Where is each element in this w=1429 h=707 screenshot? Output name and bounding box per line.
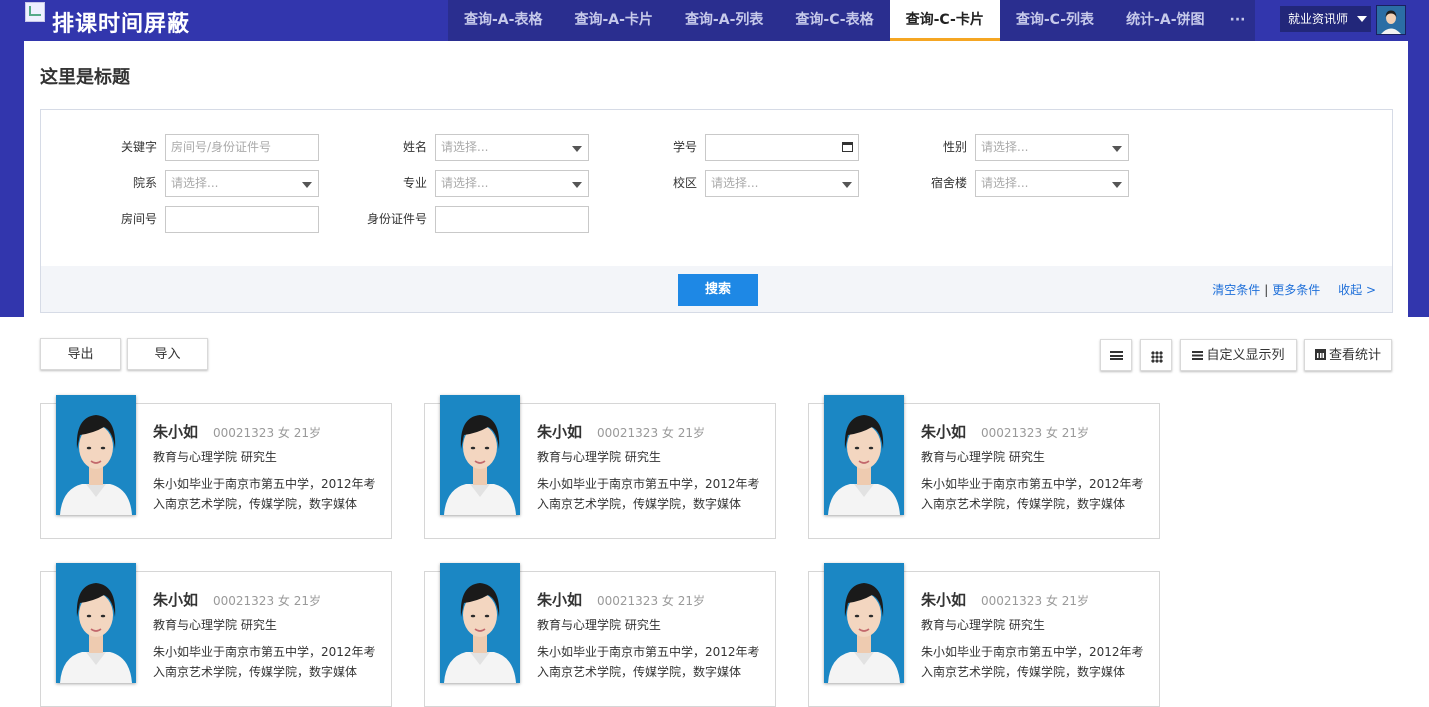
tab-query-c-table[interactable]: 查询-C-表格 (779, 0, 889, 41)
view-stats-label: 查看统计 (1328, 348, 1381, 363)
student-photo (56, 395, 136, 515)
export-button[interactable]: 导出 (40, 338, 121, 370)
tab-query-c-card[interactable]: 查询-C-卡片 (889, 0, 1000, 41)
student-photo (440, 395, 520, 515)
student-name: 朱小如 (921, 591, 967, 609)
student-desc: 朱小如毕业于南京市第五中学，2012年考入南京艺术学院，传媒学院，数字媒体 (537, 645, 760, 679)
app-logo-icon (25, 2, 45, 22)
student-dept: 教育与心理学院 研究生 (921, 450, 1045, 464)
filter-panel: 关键字 房间号/身份证件号 姓名 请选择... 学号 性别 请选择... 院系 … (40, 109, 1393, 313)
grid-view-icon (1151, 351, 1163, 363)
name-select[interactable]: 请选择... (435, 134, 589, 161)
clear-conditions-link[interactable]: 清空条件 (1212, 283, 1260, 297)
student-photo (824, 395, 904, 515)
campus-select[interactable]: 请选择... (705, 170, 859, 197)
bar-chart-icon (1314, 349, 1326, 360)
import-button[interactable]: 导入 (127, 338, 208, 370)
custom-columns-button[interactable]: 自定义显示列 (1180, 339, 1297, 371)
calendar-icon[interactable] (842, 142, 853, 152)
major-select[interactable]: 请选择... (435, 170, 589, 197)
main-nav: 查询-A-表格 查询-A-卡片 查询-A-列表 查询-C-表格 查询-C-卡片 … (448, 0, 1255, 41)
caret-down-icon (1357, 16, 1367, 22)
tab-query-c-list[interactable]: 查询-C-列表 (1000, 0, 1110, 41)
room-label: 房间号 (120, 212, 157, 226)
student-card[interactable]: 朱小如 00021323 女 21岁教育与心理学院 研究生朱小如毕业于南京市第五中… (424, 563, 776, 707)
tab-query-a-table[interactable]: 查询-A-表格 (448, 0, 558, 41)
columns-icon (1192, 351, 1204, 360)
student-photo (56, 563, 136, 683)
more-tabs-button[interactable]: ··· (1221, 0, 1255, 41)
user-avatar[interactable] (1376, 5, 1406, 35)
more-conditions-link[interactable]: 更多条件 (1272, 283, 1320, 297)
student-photo (440, 563, 520, 683)
student-desc: 朱小如毕业于南京市第五中学，2012年考入南京艺术学院，传媒学院，数字媒体 (921, 645, 1144, 679)
student-name: 朱小如 (153, 423, 199, 441)
dorm-label: 宿舍楼 (930, 176, 967, 190)
main-content: 这里是标题 关键字 房间号/身份证件号 姓名 请选择... 学号 性别 请选择.… (24, 41, 1408, 707)
dorm-select[interactable]: 请选择... (975, 170, 1129, 197)
id-number-label: 身份证件号 (366, 212, 427, 226)
student-dept: 教育与心理学院 研究生 (921, 618, 1045, 632)
student-desc: 朱小如毕业于南京市第五中学，2012年考入南京艺术学院，传媒学院，数字媒体 (153, 645, 376, 679)
student-name: 朱小如 (921, 423, 967, 441)
student-meta: 00021323 女 21岁 (597, 426, 705, 440)
student-name: 朱小如 (537, 423, 583, 441)
student-id-input[interactable] (705, 134, 859, 161)
grid-view-button[interactable] (1140, 339, 1172, 371)
student-meta: 00021323 女 21岁 (597, 594, 705, 608)
keyword-label: 关键字 (120, 140, 157, 154)
student-card[interactable]: 朱小如 00021323 女 21岁教育与心理学院 研究生朱小如毕业于南京市第五中… (40, 395, 392, 539)
tab-query-a-list[interactable]: 查询-A-列表 (669, 0, 779, 41)
college-select[interactable]: 请选择... (165, 170, 319, 197)
list-view-button[interactable] (1100, 339, 1132, 371)
student-meta: 00021323 女 21岁 (981, 594, 1089, 608)
student-meta: 00021323 女 21岁 (981, 426, 1089, 440)
tab-stats-a-pie[interactable]: 统计-A-饼图 (1110, 0, 1220, 41)
user-role-dropdown[interactable]: 就业资讯师 (1280, 6, 1371, 32)
student-meta: 00021323 女 21岁 (213, 594, 321, 608)
student-card[interactable]: 朱小如 00021323 女 21岁教育与心理学院 研究生朱小如毕业于南京市第五中… (40, 563, 392, 707)
gender-label: 性别 (942, 140, 967, 154)
link-separator: | (1264, 283, 1269, 297)
student-card[interactable]: 朱小如 00021323 女 21岁教育与心理学院 研究生朱小如毕业于南京市第五中… (808, 563, 1160, 707)
student-dept: 教育与心理学院 研究生 (537, 618, 661, 632)
user-role-label: 就业资讯师 (1288, 12, 1349, 26)
app-title: 排课时间屏蔽 (52, 12, 191, 37)
gender-select[interactable]: 请选择... (975, 134, 1129, 161)
student-desc: 朱小如毕业于南京市第五中学，2012年考入南京艺术学院，传媒学院，数字媒体 (537, 477, 760, 511)
room-input[interactable] (165, 206, 319, 233)
student-name: 朱小如 (153, 591, 199, 609)
college-label: 院系 (132, 176, 157, 190)
list-view-icon (1110, 351, 1123, 360)
student-card[interactable]: 朱小如 00021323 女 21岁教育与心理学院 研究生朱小如毕业于南京市第五中… (808, 395, 1160, 539)
filter-footer: 搜索 清空条件 | 更多条件 收起 > (41, 266, 1392, 312)
student-desc: 朱小如毕业于南京市第五中学，2012年考入南京艺术学院，传媒学院，数字媒体 (153, 477, 376, 511)
student-dept: 教育与心理学院 研究生 (153, 450, 277, 464)
student-id-label: 学号 (672, 140, 697, 154)
major-label: 专业 (402, 176, 427, 190)
id-number-input[interactable] (435, 206, 589, 233)
view-stats-button[interactable]: 查看统计 (1304, 339, 1392, 371)
student-meta: 00021323 女 21岁 (213, 426, 321, 440)
collapse-link[interactable]: 收起 > (1338, 283, 1376, 297)
search-button[interactable]: 搜索 (678, 274, 758, 306)
filter-links: 清空条件 | 更多条件 收起 > (1212, 281, 1376, 298)
tab-query-a-card[interactable]: 查询-A-卡片 (558, 0, 668, 41)
campus-label: 校区 (672, 176, 697, 190)
page-title: 这里是标题 (40, 67, 130, 88)
student-name: 朱小如 (537, 591, 583, 609)
student-dept: 教育与心理学院 研究生 (153, 618, 277, 632)
student-dept: 教育与心理学院 研究生 (537, 450, 661, 464)
top-bar: 排课时间屏蔽 查询-A-表格 查询-A-卡片 查询-A-列表 查询-C-表格 查… (0, 0, 1429, 41)
keyword-input[interactable]: 房间号/身份证件号 (165, 134, 319, 161)
custom-columns-label: 自定义显示列 (1206, 348, 1285, 363)
name-label: 姓名 (402, 140, 427, 154)
student-photo (824, 563, 904, 683)
student-desc: 朱小如毕业于南京市第五中学，2012年考入南京艺术学院，传媒学院，数字媒体 (921, 477, 1144, 511)
student-card[interactable]: 朱小如 00021323 女 21岁教育与心理学院 研究生朱小如毕业于南京市第五中… (424, 395, 776, 539)
